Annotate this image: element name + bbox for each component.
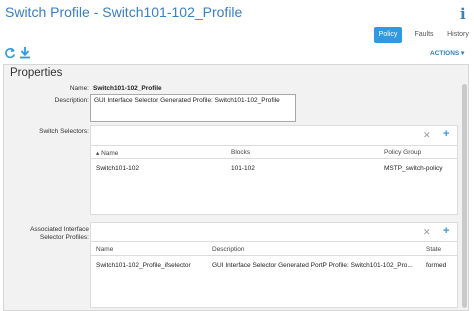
add-icon[interactable]: + (443, 225, 449, 237)
page-title: Switch Profile - Switch101-102_Profile (5, 4, 243, 20)
close-icon[interactable]: ✕ (423, 227, 431, 238)
column-header-name[interactable]: Name (96, 246, 113, 253)
tab-history[interactable]: History (444, 27, 472, 43)
column-header-name[interactable]: ▴ Name (96, 149, 118, 157)
switch-selectors-label: Switch Selectors: (39, 128, 89, 135)
panel-scrollbar[interactable] (462, 84, 467, 308)
selector-row-blocks: 101-102 (231, 165, 255, 172)
refresh-icon[interactable] (4, 47, 16, 59)
selector-row-policy-group: MSTP_switch-policy (384, 165, 443, 172)
profile-row-name[interactable]: Switch101-102_Profile_ifselector (96, 262, 191, 269)
tab-policy[interactable]: Policy (374, 27, 402, 43)
description-label: Description: (54, 97, 89, 104)
divider (91, 145, 457, 146)
close-icon[interactable]: ✕ (423, 130, 431, 141)
actions-menu-button[interactable]: ACTIONS ▾ (430, 49, 464, 57)
column-header-description[interactable]: Description (212, 246, 245, 253)
selector-row-name[interactable]: Switch101-102 (96, 165, 139, 172)
column-header-state[interactable]: State (426, 246, 441, 253)
add-icon[interactable]: + (443, 128, 449, 140)
divider (91, 241, 457, 242)
interface-profiles-label-line2: Selector Profiles: (39, 234, 89, 241)
name-value: Switch101-102_Profile (93, 85, 162, 92)
description-value: GUI Interface Selector Generated Profile… (94, 97, 280, 104)
divider (91, 158, 457, 159)
download-icon[interactable] (19, 46, 31, 59)
name-label: Name: (69, 85, 89, 92)
profile-row-description: GUI Interface Selector Generated PortP P… (212, 262, 413, 269)
profile-row-state: formed (426, 262, 447, 269)
column-header-blocks[interactable]: Blocks (231, 149, 250, 156)
properties-heading: Properties (10, 67, 63, 79)
info-icon[interactable]: i (460, 5, 466, 23)
tab-faults[interactable]: Faults (412, 27, 436, 43)
toolbar (0, 46, 474, 62)
divider (91, 255, 457, 256)
column-header-policy-group[interactable]: Policy Group (384, 149, 421, 156)
interface-profiles-label-line1: Associated Interface (30, 226, 89, 233)
